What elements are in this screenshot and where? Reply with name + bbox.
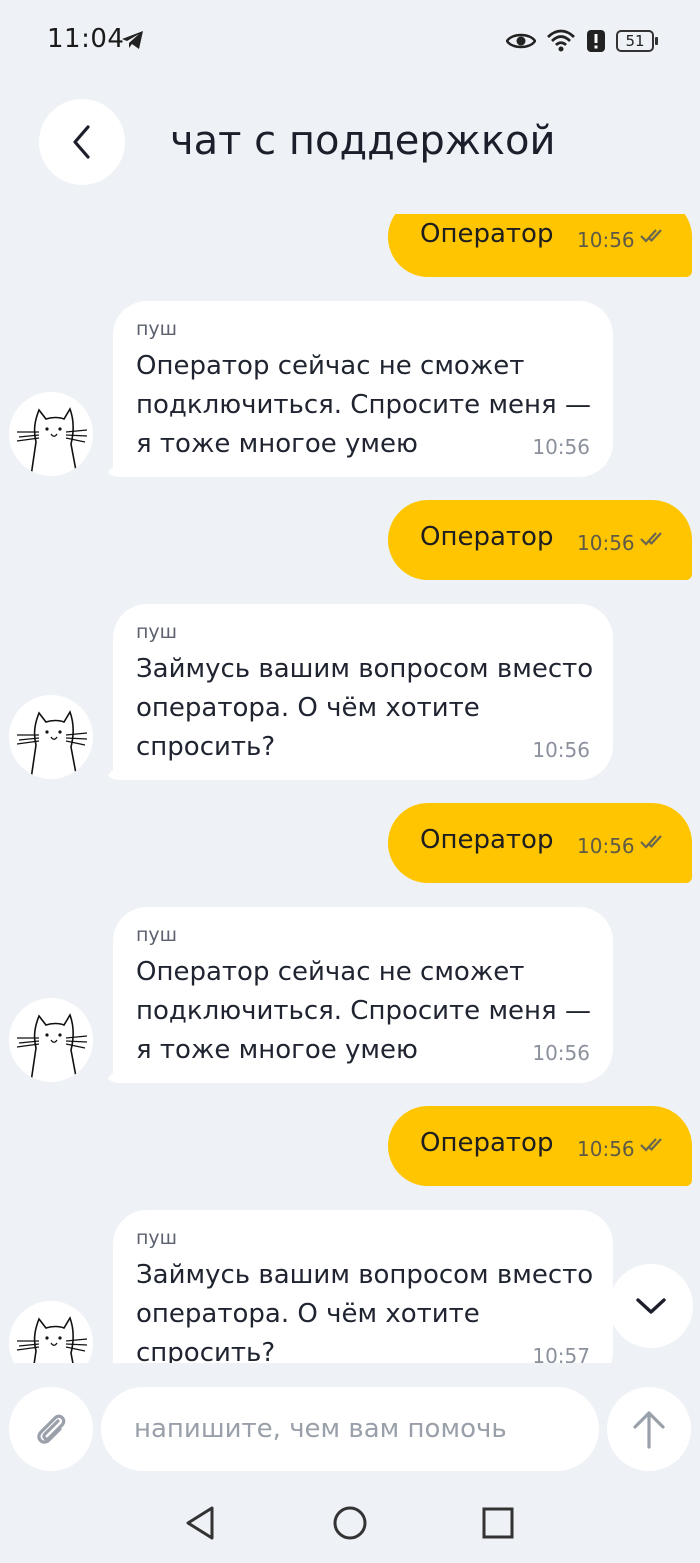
message-sender: пуш (136, 1227, 178, 1249)
paperclip-icon (37, 1414, 66, 1444)
message-time: 10:56 (532, 1041, 590, 1065)
scroll-down-button[interactable] (609, 1264, 693, 1348)
status-bar: 11:04 51 (0, 0, 700, 80)
incoming-message[interactable]: пуш Займусь вашим вопросом вместо операт… (113, 1210, 613, 1363)
telegram-icon (122, 31, 143, 49)
status-icons: 51 (506, 26, 658, 56)
chevron-down-icon (636, 1298, 666, 1314)
cat-icon (16, 1316, 88, 1363)
alert-icon (587, 30, 605, 52)
attach-button[interactable] (9, 1387, 93, 1471)
cat-icon (16, 407, 88, 476)
message-input[interactable] (101, 1387, 599, 1471)
message-sender: пуш (136, 318, 178, 340)
double-check-icon (640, 1138, 662, 1152)
nav-home-button[interactable] (310, 1483, 390, 1563)
nav-back-button[interactable] (160, 1483, 240, 1563)
message-body: Оператор сейчас не сможет подключиться. … (136, 953, 596, 1070)
message-list[interactable]: Оператор 10:56 пуш Оператор сейчас не см… (0, 214, 700, 1363)
message-time: 10:56 (532, 435, 590, 459)
circle-home-icon (333, 1506, 367, 1540)
incoming-message[interactable]: пуш Оператор сейчас не сможет подключить… (113, 907, 613, 1083)
incoming-message[interactable]: пуш Займусь вашим вопросом вместо операт… (113, 604, 613, 780)
message-input-field[interactable] (132, 1413, 576, 1445)
triangle-back-icon (186, 1506, 214, 1540)
message-line: Оператор сейчас не сможет (136, 351, 525, 381)
outgoing-message[interactable]: Оператор 10:56 (388, 1106, 692, 1186)
message-time: 10:56 (577, 531, 635, 555)
message-line: подключиться. Спросите меня — (136, 996, 591, 1026)
message-line: оператора. О чём хотите (136, 693, 480, 723)
wifi-icon (547, 29, 575, 52)
bot-avatar (9, 1301, 93, 1363)
send-button[interactable] (607, 1387, 691, 1471)
square-recents-icon (482, 1507, 514, 1539)
message-sender: пуш (136, 924, 178, 946)
message-sender: пуш (136, 621, 178, 643)
message-line: подключиться. Спросите меня — (136, 390, 591, 420)
message-line: я тоже многое умею (136, 429, 418, 459)
message-line: спросить? (136, 1338, 276, 1363)
message-line: я тоже многое умею (136, 1035, 418, 1065)
back-button[interactable] (39, 99, 125, 185)
message-body: Займусь вашим вопросом вместо оператора.… (136, 650, 596, 767)
message-text: Оператор (420, 825, 554, 855)
message-time: 10:56 (577, 1137, 635, 1161)
arrow-up-icon (633, 1411, 665, 1449)
message-time: 10:56 (577, 834, 635, 858)
cat-icon (16, 1013, 88, 1082)
page-title: чат с поддержкой (170, 118, 556, 164)
outgoing-message[interactable]: Оператор 10:56 (388, 214, 692, 277)
message-time: 10:56 (577, 228, 635, 252)
battery-icon: 51 (616, 30, 658, 52)
chevron-left-icon (73, 125, 90, 159)
eye-icon (506, 33, 536, 49)
cat-icon (16, 710, 88, 779)
message-line: оператора. О чём хотите (136, 1299, 480, 1329)
nav-recents-button[interactable] (458, 1483, 538, 1563)
message-text: Оператор (420, 1128, 554, 1158)
message-line: Оператор сейчас не сможет (136, 957, 525, 987)
bot-avatar (9, 392, 93, 476)
outgoing-message[interactable]: Оператор 10:56 (388, 500, 692, 580)
message-text: Оператор (420, 219, 554, 249)
bot-avatar (9, 695, 93, 779)
double-check-icon (640, 229, 662, 243)
message-time: 10:57 (532, 1344, 590, 1363)
message-line: Займусь вашим вопросом вместо (136, 654, 594, 684)
message-line: Займусь вашим вопросом вместо (136, 1260, 594, 1290)
incoming-message[interactable]: пуш Оператор сейчас не сможет подключить… (113, 301, 613, 477)
double-check-icon (640, 835, 662, 849)
message-body: Займусь вашим вопросом вместо оператора.… (136, 1256, 596, 1363)
message-time: 10:56 (532, 738, 590, 762)
double-check-icon (640, 532, 662, 546)
message-body: Оператор сейчас не сможет подключиться. … (136, 347, 596, 464)
system-nav-bar (0, 1483, 700, 1563)
bot-avatar (9, 998, 93, 1082)
message-text: Оператор (420, 522, 554, 552)
status-time: 11:04 (47, 24, 125, 54)
message-line: спросить? (136, 732, 276, 762)
outgoing-message[interactable]: Оператор 10:56 (388, 803, 692, 883)
